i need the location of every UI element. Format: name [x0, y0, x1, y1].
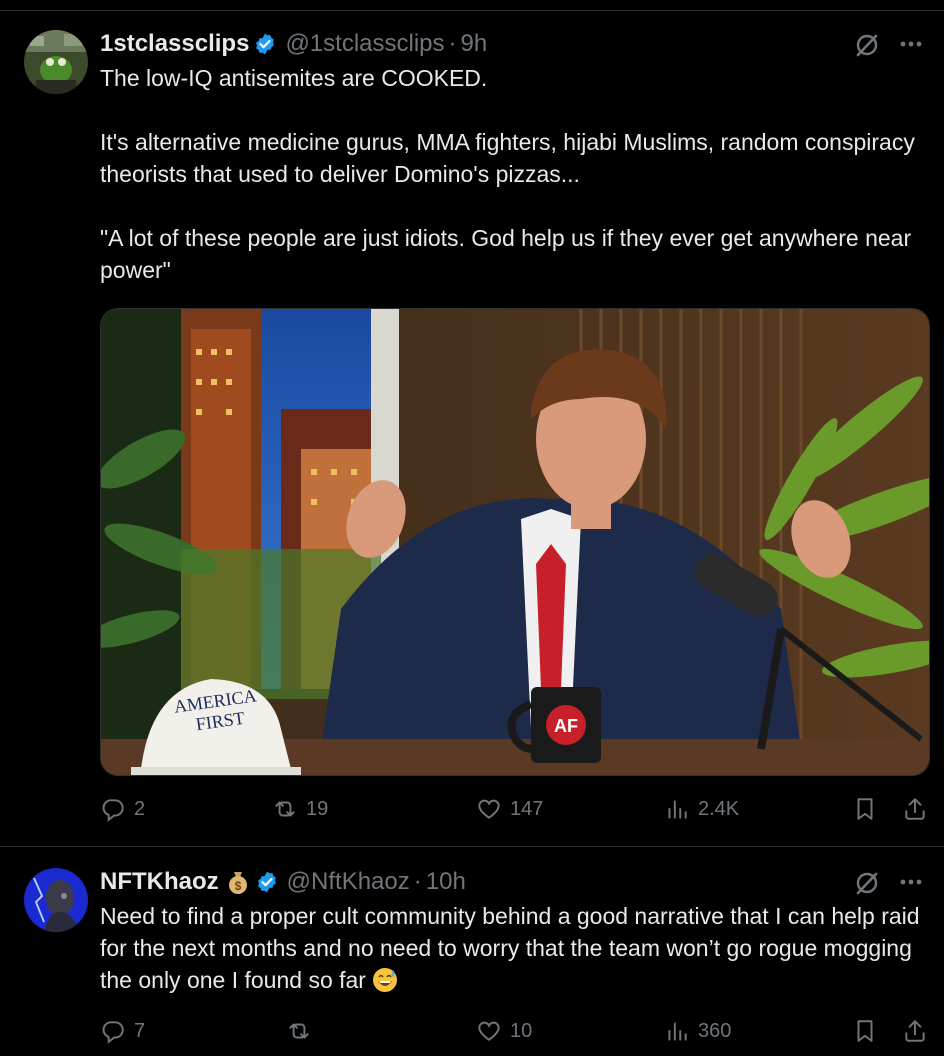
heart-icon	[478, 799, 500, 819]
like-button[interactable]: 147	[476, 796, 543, 822]
more-options-icon[interactable]	[898, 872, 924, 892]
share-button[interactable]	[902, 1018, 928, 1044]
money-bag-icon: $	[228, 872, 247, 894]
tweet[interactable]: 1stclassclips @1stclassclips · 9h The lo…	[0, 26, 944, 846]
display-name[interactable]: NFTKhaoz	[100, 868, 219, 896]
view-count: 2.4K	[698, 797, 740, 820]
timestamp[interactable]: 9h	[461, 30, 488, 58]
more-options-icon[interactable]	[898, 34, 924, 54]
tweet-paragraph: "A lot of these people are just idiots. …	[100, 225, 912, 283]
timestamp[interactable]: 10h	[426, 868, 466, 896]
tweet-paragraph: Need to find a proper cult community beh…	[100, 903, 920, 993]
tweet-actions: 2 19 147 2.4K	[100, 796, 928, 826]
avatar[interactable]	[24, 30, 88, 94]
tweet-header: NFTKhaoz $ @NftKhaoz · 10h	[100, 864, 928, 900]
top-divider	[0, 10, 944, 11]
bookmark-button[interactable]	[852, 1018, 878, 1044]
bookmark-icon	[857, 798, 873, 820]
tweet-text: Need to find a proper cult community beh…	[100, 900, 928, 996]
view-count: 360	[698, 1019, 732, 1042]
reply-icon	[102, 1021, 124, 1044]
mug-text: AF	[554, 716, 578, 736]
tweet-divider	[0, 846, 944, 847]
grok-icon[interactable]	[854, 32, 880, 58]
reply-count: 7	[134, 1019, 146, 1042]
avatar[interactable]	[24, 868, 88, 932]
tweet[interactable]: NFTKhaoz $ @NftKhaoz · 10h Need to find …	[0, 864, 944, 1056]
separator-dot: ·	[413, 868, 422, 895]
reply-icon	[102, 799, 124, 822]
reply-button[interactable]: 2	[100, 796, 145, 822]
tweet-actions: 7 10 360	[100, 1018, 928, 1048]
share-button[interactable]	[902, 796, 928, 822]
verified-badge-icon	[257, 871, 276, 893]
reply-count: 2	[134, 797, 146, 820]
verified-badge-icon	[256, 33, 275, 55]
repost-icon	[289, 1023, 309, 1039]
svg-text:$: $	[234, 879, 241, 893]
grok-icon[interactable]	[854, 870, 880, 896]
views-chart-icon	[668, 1022, 687, 1041]
views-chart-icon	[668, 800, 687, 819]
bookmark-icon	[857, 1020, 873, 1042]
grinning-sweat-face-icon	[373, 968, 398, 992]
share-icon	[905, 798, 925, 820]
repost-button[interactable]	[286, 1018, 320, 1044]
repost-count: 19	[306, 797, 329, 820]
display-name[interactable]: 1stclassclips	[100, 30, 249, 58]
tweet-paragraph: It's alternative medicine gurus, MMA fig…	[100, 129, 915, 187]
handle[interactable]: @1stclassclips	[285, 30, 444, 58]
reply-button[interactable]: 7	[100, 1018, 145, 1044]
like-button[interactable]: 10	[476, 1018, 532, 1044]
video-media[interactable]: AMERICA FIRST AF	[100, 308, 930, 776]
separator-dot: ·	[448, 30, 457, 57]
repost-icon	[275, 801, 295, 817]
repost-button[interactable]: 19	[272, 796, 328, 822]
like-count: 147	[510, 797, 544, 820]
views-button[interactable]: 360	[664, 1018, 731, 1044]
tweet-text: The low-IQ antisemites are COOKED. It's …	[100, 62, 928, 286]
like-count: 10	[510, 1019, 533, 1042]
share-icon	[905, 1020, 925, 1042]
heart-icon	[478, 1021, 500, 1041]
handle[interactable]: @NftKhaoz	[287, 868, 410, 896]
tweet-header: 1stclassclips @1stclassclips · 9h	[100, 26, 928, 62]
views-button[interactable]: 2.4K	[664, 796, 739, 822]
tweet-paragraph: The low-IQ antisemites are COOKED.	[100, 65, 488, 91]
bookmark-button[interactable]	[852, 796, 878, 822]
